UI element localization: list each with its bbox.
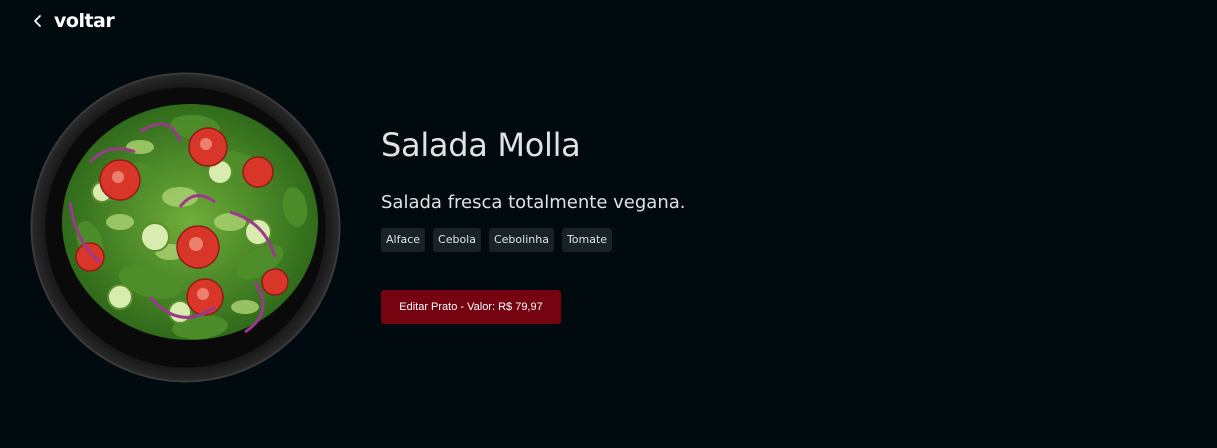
edit-dish-button[interactable]: Editar Prato - Valor: R$ 79,97	[381, 290, 561, 324]
dish-page: voltar Salada Molla Salada fresca totalm…	[0, 0, 1217, 448]
back-button[interactable]: voltar	[30, 10, 115, 32]
ingredient-tag: Cebola	[433, 228, 481, 252]
ingredient-tags: Alface Cebola Cebolinha Tomate	[381, 228, 981, 252]
ingredient-tag: Tomate	[561, 228, 613, 252]
dish-title: Salada Molla	[381, 126, 581, 164]
dish-image	[30, 72, 341, 383]
dish-description: Salada fresca totalmente vegana.	[381, 192, 686, 213]
dish-info: Salada Molla Salada fresca totalmente ve…	[381, 122, 981, 324]
chevron-left-icon	[30, 13, 46, 29]
ingredient-tag: Alface	[381, 228, 426, 252]
back-label: voltar	[54, 10, 115, 32]
ingredient-tag: Cebolinha	[488, 228, 554, 252]
